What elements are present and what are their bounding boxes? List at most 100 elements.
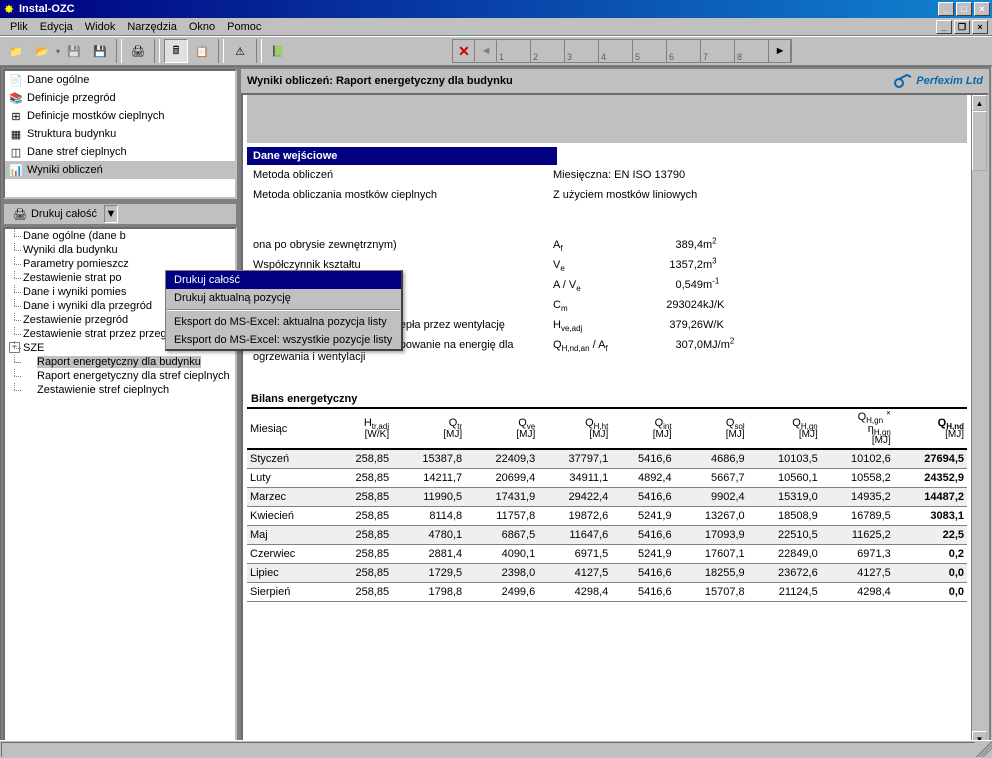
tab-2[interactable]: 2 [531,40,565,62]
tree-item-0[interactable]: Dane ogólne (dane b [5,229,235,243]
tab-8[interactable]: 8 [735,40,769,62]
maximize-button[interactable]: □ [956,2,972,16]
input-key: Metoda obliczania mostków cieplnych [253,189,553,201]
tree-item-11[interactable]: Zestawienie stref cieplnych [5,383,235,397]
cell: 20699,4 [465,469,538,488]
tab-5[interactable]: 5 [633,40,667,62]
report-viewer: Dane wejściowe Metoda obliczeńMiesięczna… [241,93,989,749]
cell: 1798,8 [392,583,465,602]
scroll-up-button[interactable]: ▲ [972,95,987,111]
tab-4[interactable]: 4 [599,40,633,62]
print-toolbar: 🖨 Drukuj całość ▼ [3,203,237,225]
resize-grip[interactable] [976,741,992,757]
cell: 14487,2 [894,488,967,507]
cell: 13267,0 [675,507,748,526]
print-all-button[interactable]: 🖨 Drukuj całość [6,205,104,223]
col-header: QH,gn ×ηH,gn[MJ] [821,409,894,449]
nav-icon: ▦ [9,127,23,141]
logo-icon [893,73,913,89]
tree-label: Dane i wyniki pomies [23,286,126,298]
menu-widok[interactable]: Widok [79,20,122,34]
dropdown-item-1[interactable]: Drukuj aktualną pozycję [166,289,401,307]
folder-open-icon: 📂 [35,45,49,58]
table-row: Lipiec258,851729,52398,04127,55416,61825… [247,564,967,583]
tab-1[interactable]: 1 [497,40,531,62]
tree-item-10[interactable]: Raport energetyczny dla stref cieplnych [5,369,235,383]
sheet-icon: 📋 [195,45,209,58]
window-title: Instal-OZC [19,3,938,15]
open-button[interactable]: 📂 [30,39,54,63]
cell: 5667,7 [675,469,748,488]
menu-okno[interactable]: Okno [183,20,221,34]
mdi-minimize-button[interactable]: _ [936,20,952,34]
scroll-thumb[interactable] [972,111,987,171]
tab-3[interactable]: 3 [565,40,599,62]
print-button[interactable]: 🖨 [126,39,150,63]
saveas-button[interactable]: 💾 [88,39,112,63]
nav-item-3[interactable]: ▦Struktura budynku [5,125,235,143]
tab-7[interactable]: 7 [701,40,735,62]
nav-item-2[interactable]: ⊞Definicje mostków cieplnych [5,107,235,125]
cell: 4892,4 [611,469,674,488]
tree-item-9[interactable]: Raport energetyczny dla budynku [5,355,235,369]
cell: 10560,1 [748,469,821,488]
tab-6[interactable]: 6 [667,40,701,62]
cell: Sierpień [247,583,329,602]
sheet-button[interactable]: 📋 [190,39,214,63]
minimize-button[interactable]: _ [938,2,954,16]
close-button[interactable]: × [974,2,990,16]
nav-item-0[interactable]: 📄Dane ogólne [5,71,235,89]
prop-unit: m2 [703,239,753,251]
mdi-area: 📄Dane ogólne📚Definicje przegród⊞Definicj… [0,66,992,756]
nav-item-5[interactable]: 📊Wyniki obliczeń [5,161,235,179]
cell: 4090,1 [465,545,538,564]
calc-button[interactable]: 🖩 [164,39,188,63]
print-dropdown-button[interactable]: ▼ [104,205,118,223]
cell: 2398,0 [465,564,538,583]
dropdown-item-3[interactable]: Eksport do MS-Excel: aktualna pozycja li… [166,313,401,331]
mdi-close-button[interactable]: × [972,20,988,34]
cell: 5416,6 [611,564,674,583]
disks-icon: 💾 [93,45,107,58]
tree-item-1[interactable]: Wyniki dla budynku [5,243,235,257]
menu-edycja[interactable]: Edycja [34,20,79,34]
save-button[interactable]: 💾 [62,39,86,63]
diag-button[interactable]: ⚠ [228,39,252,63]
vertical-scrollbar[interactable]: ▲ ▼ [971,95,987,747]
cell: 17431,9 [465,488,538,507]
cell: 22849,0 [748,545,821,564]
tab-next-button[interactable]: ► [769,40,791,62]
menu-plik[interactable]: Plik [4,20,34,34]
cell: 258,85 [329,469,392,488]
tree-label: Zestawienie stref cieplnych [37,384,169,396]
tab-close-button[interactable]: ✕ [453,40,475,62]
help-button[interactable]: 📗 [266,39,290,63]
tab-prev-button[interactable]: ◄ [475,40,497,62]
cell: 1729,5 [392,564,465,583]
cell: 4127,5 [538,564,611,583]
report-body: Dane wejściowe Metoda obliczeńMiesięczna… [243,95,971,747]
mdi-restore-button[interactable]: ❐ [954,20,970,34]
menu-narzedzia[interactable]: Narzędzia [121,20,183,34]
new-button[interactable]: 📁 [4,39,28,63]
cell: 4298,4 [538,583,611,602]
cell: 5241,9 [611,545,674,564]
table-row: Marzec258,8511990,517431,929422,45416,69… [247,488,967,507]
prop-val: 389,4 [633,239,703,251]
cell: 22510,5 [748,526,821,545]
cell: 4127,5 [821,564,894,583]
menu-pomoc[interactable]: Pomoc [221,20,267,34]
cell: Styczeń [247,449,329,469]
dropdown-item-4[interactable]: Eksport do MS-Excel: wszystkie pozycje l… [166,331,401,349]
cell: 4298,4 [821,583,894,602]
dropdown-item-0[interactable]: Drukuj całość [166,271,401,289]
prop-val: 293024 [633,299,703,311]
status-cell [1,742,975,757]
nav-item-4[interactable]: ◫Dane stref cieplnych [5,143,235,161]
tree-item-2[interactable]: Parametry pomieszcz [5,257,235,271]
prop-val: 379,26 [633,319,703,331]
col-header: Qve[MJ] [465,409,538,449]
nav-item-1[interactable]: 📚Definicje przegród [5,89,235,107]
cell: Czerwiec [247,545,329,564]
cell: 15387,8 [392,449,465,469]
